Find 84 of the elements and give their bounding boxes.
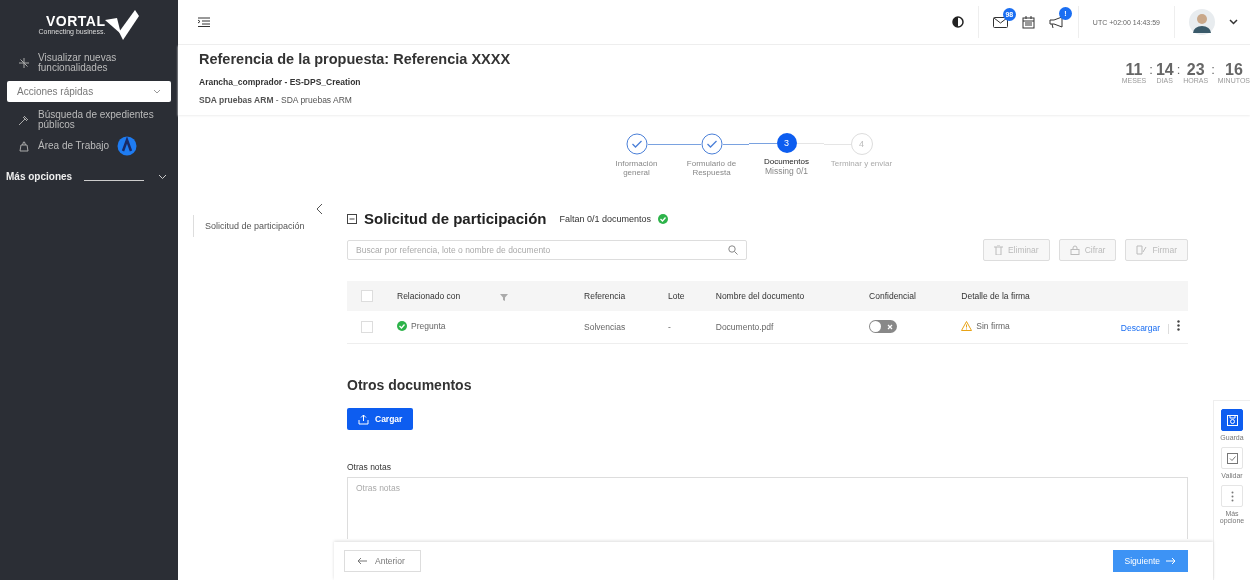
confidential-toggle[interactable] (869, 320, 898, 333)
contrast-icon[interactable] (951, 16, 964, 28)
arrow-left-icon (357, 557, 368, 565)
upload-icon (358, 413, 369, 425)
column-header: Referencia (576, 281, 660, 311)
collapse-icon[interactable] (316, 203, 324, 215)
sidebar-link-label: Búsqueda de expedientes públicos (38, 110, 155, 130)
sign-icon (1136, 245, 1148, 255)
countdown-value: 16 (1225, 63, 1243, 77)
side-nav-item[interactable]: Solicitud de participación (193, 215, 334, 237)
next-button[interactable]: Siguiente (1112, 550, 1188, 572)
trash-icon (993, 245, 1003, 255)
proposal-title: Referencia de la propuesta: Referencia XXXX (199, 51, 511, 67)
chevron-down-icon (153, 88, 161, 95)
step-label: Documentos (764, 157, 809, 166)
mail-icon[interactable] (992, 16, 1008, 28)
table-cell: Solvencias (576, 311, 660, 344)
more-vertical-icon[interactable] (1177, 320, 1180, 332)
procedure-text: SDA pruebas ARM - SDA pruebas ARM (199, 95, 353, 105)
section-title: Solicitud de participación (364, 210, 547, 227)
previous-button[interactable]: Anterior (344, 550, 421, 572)
save-rail-button[interactable] (1221, 409, 1243, 431)
x-icon (887, 323, 894, 330)
sidebar-link[interactable]: Visualizar nuevas funcionalidades (0, 50, 178, 76)
countdown-separator: : (1211, 63, 1215, 77)
step-marker[interactable]: 3 (776, 133, 797, 153)
sidebar-link[interactable]: Área de Trabajo (0, 133, 178, 159)
step-status: Missing 0/1 (765, 166, 808, 176)
column-header: Relacionado con (389, 281, 577, 311)
row-checkbox[interactable] (361, 321, 373, 333)
sidebar-link-label: Visualizar nuevas funcionalidades (38, 53, 118, 73)
collapse-square-icon[interactable] (347, 213, 357, 224)
countdown-value: 23 (1186, 63, 1205, 77)
logo-icon (105, 10, 140, 40)
chevron-down-icon (158, 173, 168, 180)
arrow-right-icon (1165, 557, 1176, 565)
search-icon (728, 245, 738, 255)
save-icon (1226, 414, 1238, 426)
countdown-value: 14 (1155, 63, 1174, 77)
logo-name: VORTAL (45, 14, 106, 28)
step-label: Formulario de Respuesta (685, 159, 738, 177)
notes-label: Otras notas (347, 462, 392, 472)
buyer-text: Arancha_comprador - ES-DPS_Creation (199, 77, 362, 87)
sidebar-link-label: Área de Trabajo (38, 141, 110, 151)
column-header: Detalle de la firma (953, 281, 1078, 311)
countdown-separator: : (1176, 63, 1181, 77)
chevron-down-icon[interactable] (1229, 19, 1238, 25)
countdown-separator: : (1149, 63, 1153, 77)
step-label: Terminar y enviar (830, 159, 893, 168)
column-header: Nombre del documento (707, 281, 862, 311)
notes-field[interactable]: Otras notas (347, 477, 1188, 539)
search-field[interactable]: Buscar por referencia, lote o nombre de documento (347, 240, 747, 260)
more-vertical-icon (1230, 490, 1234, 502)
table-cell: - (659, 311, 708, 344)
step-done-icon[interactable] (625, 133, 648, 155)
upload-button[interactable]: Cargar (347, 408, 414, 430)
download-link[interactable]: Descargar (1120, 323, 1160, 334)
table-cell: Sin firma (976, 321, 1010, 331)
warning-icon (961, 321, 973, 331)
checkbox-icon (1226, 452, 1238, 464)
menu-icon[interactable] (198, 17, 210, 27)
sidebar-link[interactable]: Búsqueda de expedientes públicos (0, 107, 178, 133)
calendar-icon[interactable] (1021, 15, 1035, 29)
bag-icon (18, 140, 30, 152)
sparkle-icon (18, 57, 30, 69)
countdown-value: 11 (1125, 63, 1143, 77)
check-rail-button[interactable] (1221, 447, 1243, 469)
column-header: Lote (659, 281, 708, 311)
megaphone-icon[interactable] (1048, 16, 1064, 28)
step-label: Información general (614, 159, 659, 177)
table-cell: Documento.pdf (707, 311, 862, 344)
check-circle-icon (397, 321, 407, 331)
more-options-dropdown[interactable]: Más opciones (0, 159, 178, 182)
hammer-icon (18, 114, 30, 126)
quick-actions-select[interactable]: Acciones rápidas (7, 81, 171, 102)
section-status: Faltan 0/1 documentos (559, 213, 652, 224)
other-documents-title: Otros documentos (347, 377, 473, 393)
step-done-icon[interactable] (700, 133, 723, 155)
select-all-checkbox[interactable] (361, 290, 373, 302)
user-avatar-icon[interactable] (1189, 9, 1215, 35)
table-cell: Pregunta (411, 321, 446, 331)
lock-icon (1069, 245, 1080, 255)
badge-icon (117, 136, 138, 156)
column-header: Confidencial (861, 281, 954, 311)
